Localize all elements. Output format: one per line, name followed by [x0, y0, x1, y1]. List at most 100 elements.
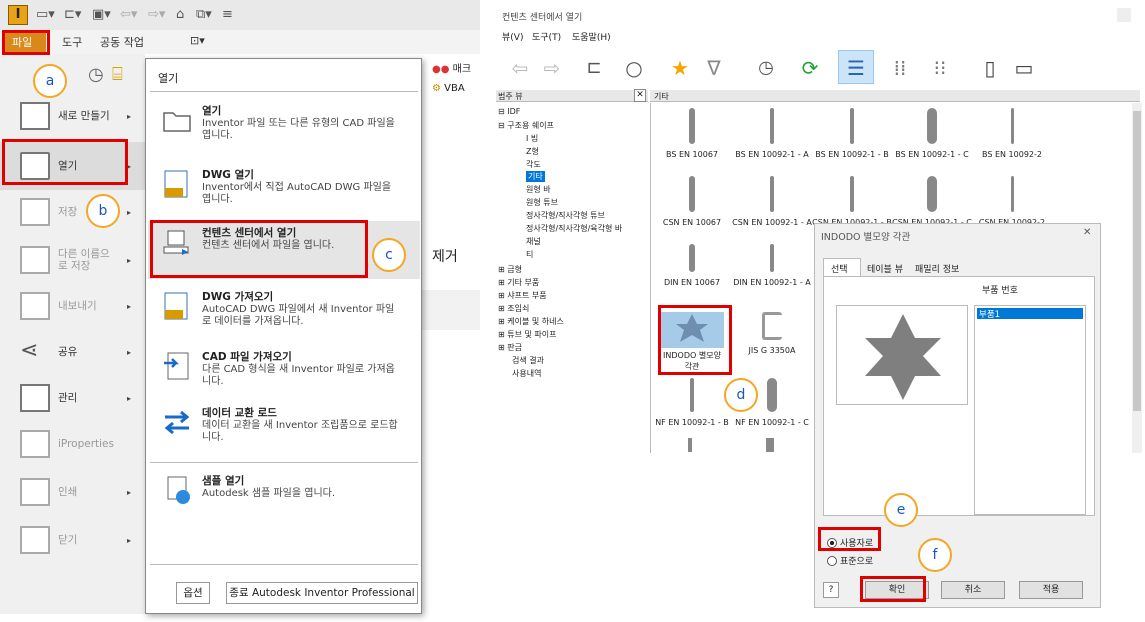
- ok-button[interactable]: 확인: [865, 581, 929, 599]
- tile[interactable]: CSN EN 10092-1 - C: [892, 176, 972, 227]
- tree-node[interactable]: ⊞ 판금: [498, 342, 522, 353]
- tree-node[interactable]: Z형: [526, 146, 539, 157]
- tree-node[interactable]: ⊞ 케이블 및 하네스: [498, 316, 564, 327]
- close-icon[interactable]: ✕: [634, 89, 646, 102]
- customize-icon[interactable]: ≡: [222, 7, 233, 22]
- file-tab[interactable]: 파일: [4, 30, 46, 54]
- tile-selected[interactable]: INDODO 별모양 각관: [660, 312, 724, 372]
- tile[interactable]: BS EN 10092-1 - A: [732, 108, 812, 159]
- tile[interactable]: BS EN 10092-1 - C: [892, 108, 972, 159]
- menu-open[interactable]: 열기 ▸: [0, 142, 145, 190]
- large-icons-view-icon[interactable]: ☰: [842, 54, 870, 82]
- home-icon[interactable]: ⌂: [176, 7, 184, 22]
- small-icons-view-icon[interactable]: ⁞⁞: [886, 54, 914, 82]
- window-control[interactable]: [1117, 8, 1131, 22]
- recent-docs-icon[interactable]: ◷: [88, 64, 104, 85]
- open-icon[interactable]: ⊏▾: [64, 7, 81, 22]
- radio-user[interactable]: 사용자로: [827, 536, 873, 549]
- tile[interactable]: CSN EN 10092-1 - A: [732, 176, 812, 227]
- window-icon[interactable]: ⧉▾: [196, 7, 212, 22]
- vba-label[interactable]: ⚙ VBA: [432, 83, 465, 94]
- apply-button[interactable]: 적용: [1019, 581, 1083, 599]
- menu-export[interactable]: 내보내기 ▸: [0, 282, 145, 330]
- menu-manage[interactable]: 관리 ▸: [0, 374, 145, 422]
- tree-node[interactable]: 채널: [526, 236, 541, 247]
- tile[interactable]: BS EN 10092-1 - B: [812, 108, 892, 159]
- favorites-star-icon[interactable]: ★: [666, 54, 694, 82]
- scrollbar[interactable]: [1132, 103, 1142, 453]
- tab-collaborate[interactable]: 공동 작업: [100, 34, 144, 50]
- scrollbar-thumb[interactable]: [1133, 111, 1141, 411]
- tree-node[interactable]: ⊞ 조임쇠: [498, 303, 529, 314]
- open-folder-icon[interactable]: ⌸: [112, 64, 123, 85]
- tree-node[interactable]: 원형 바: [526, 184, 551, 195]
- cancel-button[interactable]: 취소: [941, 581, 1005, 599]
- radio-standard[interactable]: 표준으로: [827, 554, 873, 567]
- list-view-icon[interactable]: ⁝⁝: [926, 54, 954, 82]
- tile[interactable]: CSN EN 10067: [652, 176, 732, 227]
- tile[interactable]: CSN EN 10092-2: [972, 176, 1052, 227]
- sample-open-item[interactable]: 샘플 열기 Autodesk 샘플 파일을 엽니다.: [148, 469, 420, 519]
- tile[interactable]: BS EN 10092-2: [972, 108, 1052, 159]
- folder-up-icon[interactable]: ⊏: [580, 54, 608, 82]
- tile[interactable]: CSN EN 10092-1 - B: [812, 176, 892, 227]
- menu-close[interactable]: 닫기 ▸: [0, 516, 145, 564]
- close-icon[interactable]: ✕: [1083, 227, 1091, 238]
- search-icon[interactable]: ○: [620, 54, 648, 82]
- menu-save[interactable]: 저장 ▸: [0, 188, 145, 236]
- menu-iproperties[interactable]: iProperties: [0, 420, 145, 468]
- menu-share[interactable]: ⋖ 공유 ▸: [0, 328, 145, 376]
- tree-node[interactable]: 원형 튜브: [526, 197, 558, 208]
- tree-node[interactable]: ⊟ 구조용 쉐이프: [498, 120, 554, 131]
- data-exchange-item[interactable]: 데이터 교환 로드 데이터 교환을 새 Inventor 조립품으로 로드합니다.: [148, 401, 420, 459]
- part-number-list[interactable]: 부품1: [974, 305, 1086, 515]
- save-icon[interactable]: ▣▾: [92, 7, 111, 22]
- macro-label[interactable]: ●● 매크: [432, 60, 471, 75]
- back-icon[interactable]: ⇦: [506, 54, 534, 82]
- menu-tools[interactable]: 도구(T): [532, 30, 561, 43]
- filter-icon[interactable]: ∇: [700, 54, 728, 82]
- cad-import-item[interactable]: CAD 파일 가져오기 다른 CAD 형식을 새 Inventor 파일로 가져옵…: [148, 345, 420, 403]
- dwg-import-item[interactable]: DWG 가져오기 AutoCAD DWG 파일에서 새 Inventor 파일로 …: [148, 285, 420, 345]
- tile[interactable]: JIS G 3350A: [732, 312, 812, 355]
- tile[interactable]: NF EN 10092-1 - B: [652, 378, 732, 427]
- forward-icon[interactable]: ⇨: [538, 54, 566, 82]
- tree-node[interactable]: 각도: [526, 159, 541, 170]
- history-clock-icon[interactable]: ◷: [752, 54, 780, 82]
- tree-node[interactable]: 정사각형/직사각형 튜브: [526, 210, 605, 221]
- tree-node[interactable]: 사용내역: [512, 368, 541, 379]
- tree-node[interactable]: ⊞ 샤프트 부품: [498, 290, 547, 301]
- tree-pane-toggle-icon[interactable]: ▯: [976, 54, 1004, 82]
- tree-node-selected[interactable]: 기타: [526, 171, 545, 182]
- menu-view[interactable]: 뷰(V): [502, 30, 523, 43]
- inventor-logo-icon[interactable]: I: [8, 5, 28, 25]
- exit-button[interactable]: 종료 Autodesk Inventor Professional: [226, 582, 418, 604]
- tree-node[interactable]: ⊞ 금형: [498, 264, 522, 275]
- tab-family-info[interactable]: 패밀리 정보: [915, 262, 959, 275]
- part-list-item-selected[interactable]: 부품1: [977, 308, 1083, 320]
- tile[interactable]: DIN EN 10092-1 - A: [732, 244, 812, 287]
- tree-node[interactable]: 검색 결과: [512, 355, 544, 366]
- menu-print[interactable]: 인쇄 ▸: [0, 468, 145, 516]
- tree-node[interactable]: I 빔: [526, 133, 538, 144]
- split-pane-toggle-icon[interactable]: ▭: [1010, 54, 1038, 82]
- menu-help[interactable]: 도움말(H): [572, 30, 611, 43]
- help-button[interactable]: ?: [823, 582, 839, 598]
- open-item[interactable]: 열기 Inventor 파일 또는 다른 유형의 CAD 파일을 엽니다.: [148, 99, 420, 159]
- tree-node[interactable]: 정사각형/직사각형/육각형 바: [526, 223, 622, 234]
- refresh-icon[interactable]: ⟳: [796, 54, 824, 82]
- tab-table-view[interactable]: 테이블 뷰: [867, 262, 903, 275]
- menu-new[interactable]: 새로 만들기 ▸: [0, 92, 145, 140]
- tree-node[interactable]: ⊟ IDF: [498, 107, 520, 116]
- new-icon[interactable]: ▭▾: [36, 7, 55, 22]
- tree-node[interactable]: 티: [526, 249, 533, 260]
- tree-node[interactable]: ⊞ 튜브 및 파이프: [498, 329, 557, 340]
- tile[interactable]: BS EN 10067: [652, 108, 732, 159]
- redo-icon[interactable]: ⇨▾: [148, 7, 165, 22]
- options-button[interactable]: 옵션: [176, 582, 210, 604]
- tree-node[interactable]: ⊞ 기타 부품: [498, 277, 539, 288]
- undo-icon[interactable]: ⇦▾: [120, 7, 137, 22]
- dwg-open-item[interactable]: DWG 열기 Inventor에서 직접 AutoCAD DWG 파일을 엽니다.: [148, 163, 420, 223]
- menu-save-as[interactable]: 다른 이름으로 저장 ▸: [0, 236, 145, 284]
- tab-tools[interactable]: 도구: [62, 34, 82, 50]
